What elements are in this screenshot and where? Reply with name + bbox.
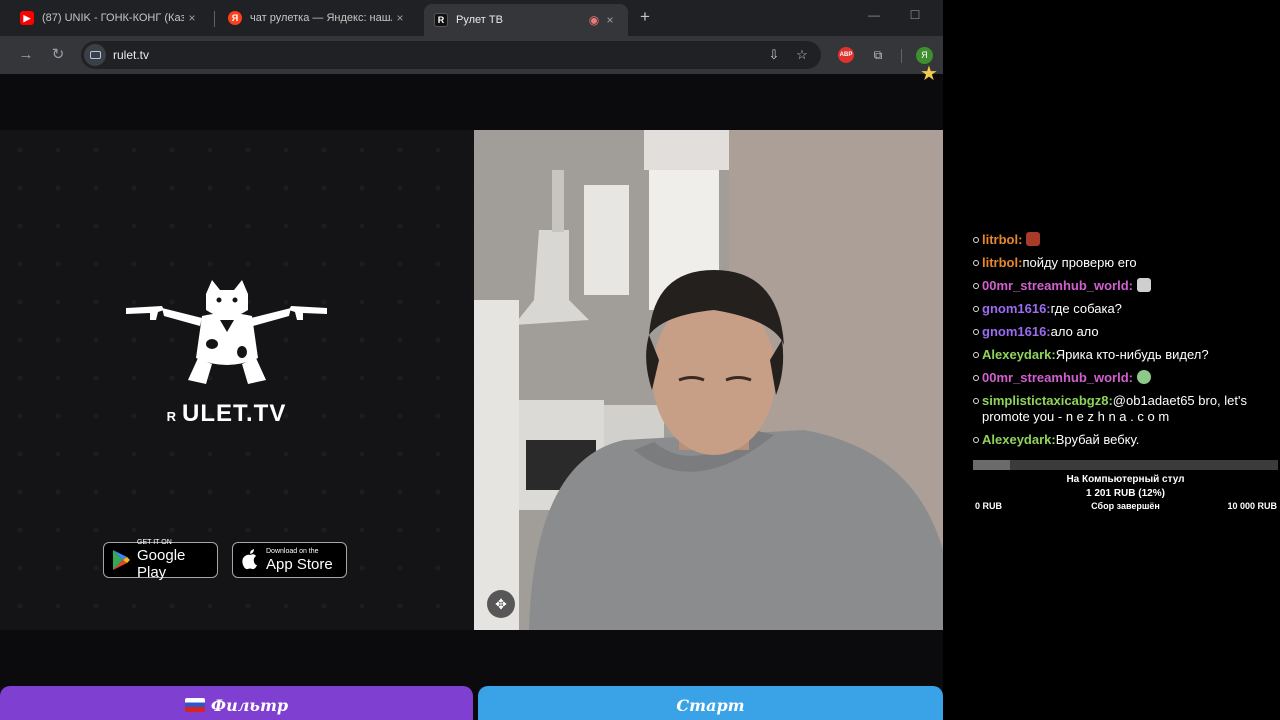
browser-window: ▶ (87) UNIK - ГОНК-КОНГ (Казан × Я чат р… [0,0,943,720]
forward-icon[interactable]: → [17,46,35,64]
webcam-video [474,130,943,630]
emote-icon [1026,232,1041,246]
reload-icon[interactable]: ↻ [49,46,67,64]
emote-icon [1137,278,1151,292]
recording-icon: ◉ [588,13,600,27]
install-app-icon[interactable]: ⇩ [765,46,783,64]
tab-rulet[interactable]: R Рулет ТВ ◉ × [424,4,628,36]
cat-logo-icon [126,280,327,384]
url-text[interactable]: rulet.tv [113,48,149,62]
chat-message: gnom1616:ало ало [973,324,1278,340]
start-button[interactable]: Старт [478,686,943,720]
google-play-button[interactable]: GET IT ON Google Play [103,539,218,581]
app-store-button[interactable]: Download on the App Store [232,542,347,578]
adblock-icon[interactable]: ABP [838,47,854,63]
toolbar: → ↻ rulet.tv ⇩ ☆ ABP ⧉ Я [0,36,943,74]
close-icon[interactable]: × [392,11,408,25]
close-icon[interactable]: × [602,13,618,27]
logo-main: ULET.TV [182,400,287,427]
goal-max: 10 000 RUB [1227,501,1277,511]
emote-icon [1137,370,1151,384]
goal-progress-fill [973,460,1010,470]
google-play-icon [113,550,130,570]
tab-youtube[interactable]: ▶ (87) UNIK - ГОНК-КОНГ (Казан × [10,4,210,32]
rulet-icon: R [434,13,448,27]
profile-avatar[interactable]: Я [916,47,933,64]
site-info-icon[interactable] [84,44,106,66]
webcam-frame-image [474,130,943,630]
chat-message: Alexeydark:Врубай вебку. [973,432,1278,448]
favorite-star-icon[interactable]: ★ [920,64,940,84]
russia-flag-icon [184,698,205,712]
chat-message: 00mr_streamhub_world: [973,278,1278,294]
gamepad-icon[interactable]: ✥ [487,590,515,618]
chat-message: simplistictaxicabgz8:@ob1adaet65 bro, le… [973,393,1278,425]
filter-label: Фильтр [210,696,289,715]
tab-yandex[interactable]: Я чат рулетка — Яндекс: нашлос × [218,4,418,32]
chat-list: litrbol: litrbol:пойду проверю его 00mr_… [973,232,1278,455]
tab-title: (87) UNIK - ГОНК-КОНГ (Казан [42,12,184,24]
close-icon[interactable]: × [184,11,200,25]
logo-wordmark: R ULET.TV [124,400,329,428]
youtube-icon: ▶ [20,11,34,25]
page-content: R ULET.TV GET IT ON Google Play Download… [0,74,943,720]
maximize-button[interactable]: ☐ [905,8,925,22]
google-play-small: GET IT ON [137,539,172,546]
bookmark-star-icon[interactable]: ☆ [793,46,811,64]
tab-separator [214,11,215,27]
chat-message: litrbol:пойду проверю его [973,255,1278,271]
goal-progress-bar [973,460,1278,470]
yandex-icon: Я [228,11,242,25]
tab-title: чат рулетка — Яндекс: нашлос [250,12,392,24]
chat-message: litrbol: [973,232,1278,248]
tab-bar: ▶ (87) UNIK - ГОНК-КОНГ (Казан × Я чат р… [0,0,943,36]
chat-message: Alexeydark:Ярика кто-нибудь видел? [973,347,1278,363]
address-bar[interactable]: rulet.tv ⇩ ☆ [81,41,821,69]
goal-amount: 1 201 RUB (12%) [1086,488,1165,499]
tab-title: Рулет ТВ [456,14,503,26]
app-store-big: App Store [266,555,333,573]
new-tab-button[interactable]: + [636,8,654,26]
extensions-icon[interactable]: ⧉ [869,46,887,64]
chat-message: 00mr_streamhub_world: [973,370,1278,386]
toolbar-divider [901,49,902,63]
filter-button[interactable]: Фильтр [0,686,473,720]
start-label: Старт [676,696,745,715]
promo-panel: R ULET.TV GET IT ON Google Play Download… [0,130,474,630]
logo-prefix: R [166,409,178,424]
goal-title: На Компьютерный стул [1066,474,1185,485]
chat-message: gnom1616:где собака? [973,301,1278,317]
google-play-big: Google Play [137,547,186,581]
app-store-small: Download on the [266,547,319,555]
stream-overlay: litrbol: litrbol:пойду проверю его 00mr_… [943,0,1280,720]
minimize-button[interactable]: — [864,8,884,22]
apple-icon [242,549,257,570]
